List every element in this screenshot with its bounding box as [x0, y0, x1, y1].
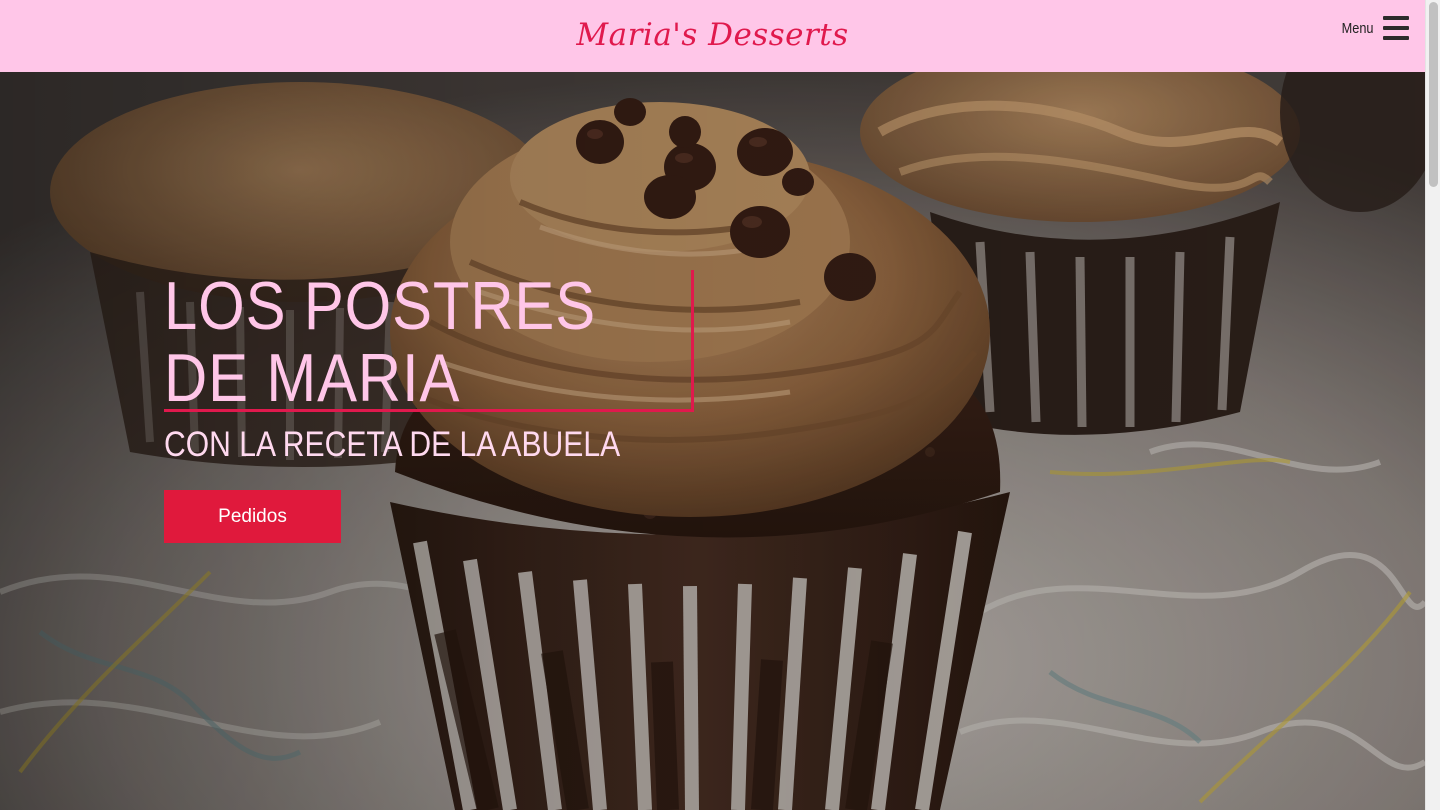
- order-button[interactable]: Pedidos: [164, 490, 341, 543]
- menu-button[interactable]: Menu: [1336, 14, 1409, 42]
- hamburger-icon[interactable]: [1383, 16, 1409, 40]
- brand-logo[interactable]: Maria's Desserts: [0, 10, 1425, 60]
- menu-label[interactable]: Menu: [1342, 20, 1374, 37]
- scrollbar-thumb[interactable]: [1429, 2, 1438, 187]
- page: Maria's Desserts Menu LOS POSTRES DE MAR…: [0, 0, 1440, 810]
- hero-subtitle: CON LA RECETA DE LA ABUELA: [164, 425, 621, 464]
- hero-section: LOS POSTRES DE MARIA CON LA RECETA DE LA…: [0, 72, 1425, 810]
- page-scrollbar[interactable]: [1425, 0, 1440, 810]
- site-header: Maria's Desserts Menu: [0, 0, 1425, 72]
- hero-title: LOS POSTRES DE MARIA: [164, 270, 694, 414]
